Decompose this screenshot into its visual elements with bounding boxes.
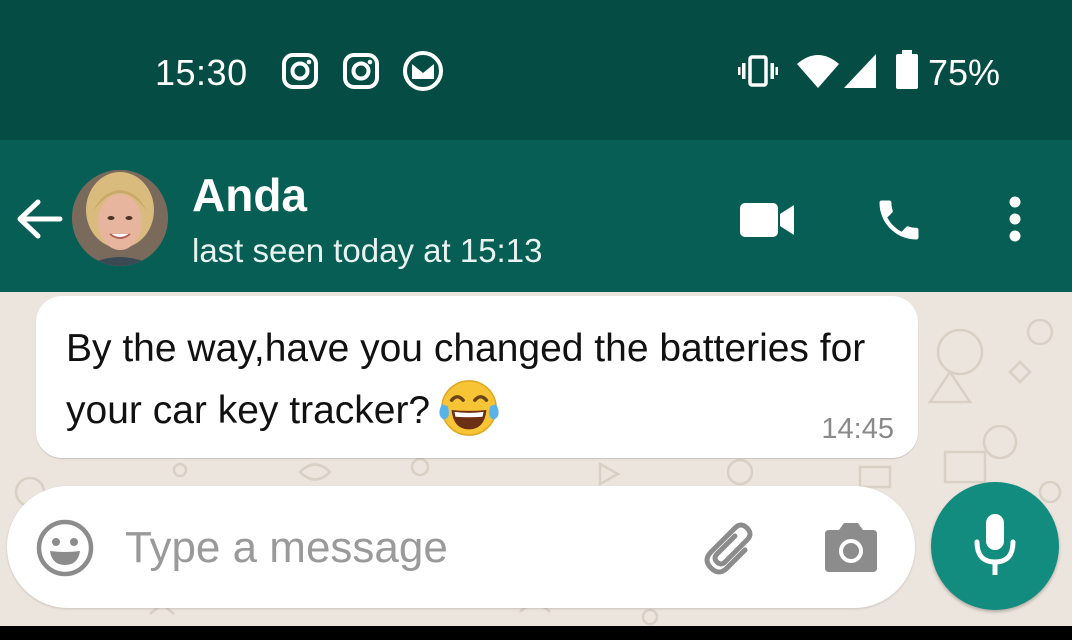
message-input[interactable] xyxy=(123,514,677,582)
instagram-icon xyxy=(282,53,318,89)
video-call-icon[interactable] xyxy=(738,200,796,240)
mic-icon xyxy=(974,514,1016,575)
message-bubble[interactable]: By the way,have you changed the batterie… xyxy=(36,296,918,458)
chat-area[interactable]: By the way,have you changed the batterie… xyxy=(0,292,1072,626)
wifi-icon xyxy=(797,55,839,88)
signal-icon xyxy=(844,54,876,88)
status-bar: 15:30 75% xyxy=(0,0,1072,140)
vibrate-icon xyxy=(738,55,778,87)
tears-of-joy-emoji xyxy=(439,379,499,436)
battery-icon xyxy=(896,50,918,89)
instagram-icon xyxy=(343,53,379,89)
voice-message-button[interactable] xyxy=(931,482,1059,610)
phone-icon[interactable] xyxy=(873,194,925,246)
mail-icon xyxy=(403,51,443,91)
chat-header: Anda last seen today at 15:13 xyxy=(0,140,1072,292)
message-text: By the way,have you changed the batterie… xyxy=(66,318,906,442)
attachment-icon[interactable] xyxy=(697,516,763,582)
arrow-left-icon[interactable] xyxy=(14,197,64,241)
emoji-icon[interactable] xyxy=(35,518,95,578)
system-nav-bar xyxy=(0,626,1072,640)
message-composer xyxy=(7,486,915,608)
last-seen-status: last seen today at 15:13 xyxy=(192,232,543,269)
message-time: 14:45 xyxy=(821,413,894,445)
contact-name[interactable]: Anda xyxy=(192,168,307,222)
more-vert-icon[interactable] xyxy=(1002,194,1028,244)
battery-percent: 75% xyxy=(928,52,1001,93)
camera-icon[interactable] xyxy=(821,520,881,576)
status-time: 15:30 xyxy=(155,52,248,93)
avatar[interactable] xyxy=(72,170,168,266)
